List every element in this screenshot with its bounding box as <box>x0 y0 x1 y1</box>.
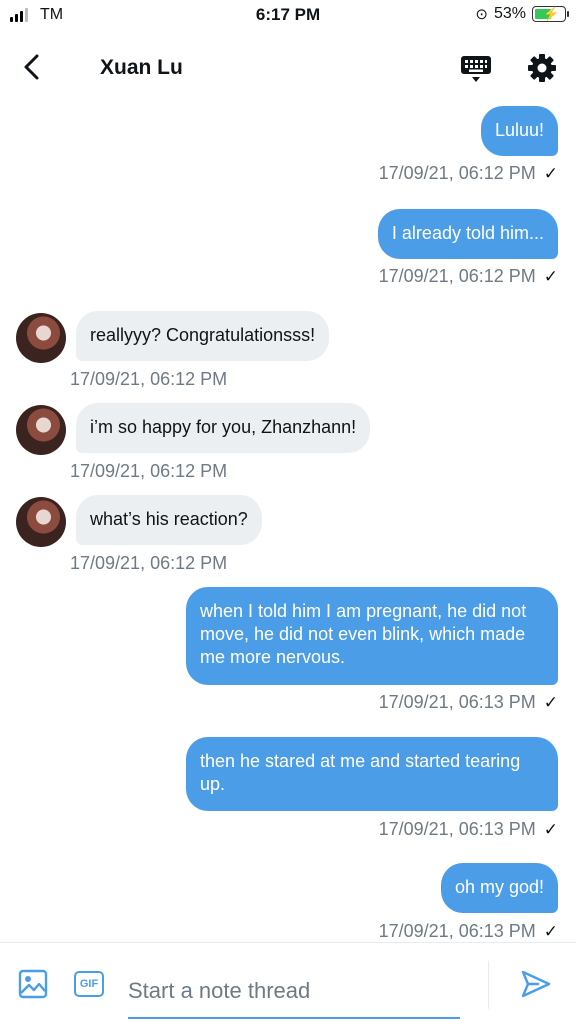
conversation-header: Xuan Lu <box>0 40 576 96</box>
conversation-title: Xuan Lu <box>100 56 183 79</box>
sent-check-icon: ✓ <box>543 820 558 839</box>
contact-avatar[interactable] <box>16 313 66 363</box>
message-timestamp: 17/09/21, 06:13 PM ✓ <box>378 692 558 712</box>
chevron-left-icon[interactable] <box>18 52 48 82</box>
sent-check-icon: ✓ <box>543 693 558 712</box>
message-bubble-outgoing[interactable]: then he stared at me and started tearing… <box>186 737 558 811</box>
message-timestamp: 17/09/21, 06:12 PM <box>70 369 228 389</box>
message-bubble-incoming[interactable]: i’m so happy for you, Zhanzhann! <box>76 403 371 453</box>
note-thread-input[interactable] <box>128 965 460 1019</box>
orientation-lock-icon: ⊙ <box>475 6 488 23</box>
keyboard-icon[interactable] <box>460 52 492 84</box>
sent-check-icon: ✓ <box>543 164 558 183</box>
message-timestamp: 17/09/21, 06:13 PM ✓ <box>378 819 558 839</box>
composer-divider <box>488 961 489 1009</box>
message-bubble-outgoing[interactable]: when I told him I am pregnant, he did no… <box>186 587 558 685</box>
sent-check-icon: ✓ <box>543 922 558 941</box>
message-timestamp: 17/09/21, 06:12 PM ✓ <box>378 163 558 183</box>
message-timestamp: 17/09/21, 06:12 PM ✓ <box>378 266 558 286</box>
send-icon[interactable] <box>520 968 552 1000</box>
message-composer: GIF <box>0 942 576 1025</box>
sent-check-icon: ✓ <box>543 267 558 286</box>
gear-icon[interactable] <box>526 52 558 84</box>
battery-icon: ⚡ <box>532 6 569 22</box>
gif-icon[interactable]: GIF <box>74 971 104 997</box>
status-bar: TM 6:17 PM ⊙ 53% ⚡ <box>0 0 576 30</box>
image-icon[interactable] <box>18 969 48 999</box>
contact-avatar[interactable] <box>16 405 66 455</box>
message-timestamp: 17/09/21, 06:13 PM ✓ <box>378 921 558 941</box>
message-bubble-incoming[interactable]: what’s his reaction? <box>76 495 262 545</box>
message-bubble-outgoing[interactable]: oh my god! <box>440 863 558 913</box>
message-bubble-outgoing[interactable]: I already told him... <box>377 209 558 259</box>
message-bubble-outgoing[interactable]: Luluu! <box>480 106 558 156</box>
contact-avatar[interactable] <box>16 497 66 547</box>
message-timestamp: 17/09/21, 06:12 PM <box>70 461 228 481</box>
message-bubble-incoming[interactable]: reallyyy? Congratulationsss! <box>76 311 330 361</box>
battery-percent: 53% <box>493 5 526 22</box>
message-timestamp: 17/09/21, 06:12 PM <box>70 553 228 573</box>
